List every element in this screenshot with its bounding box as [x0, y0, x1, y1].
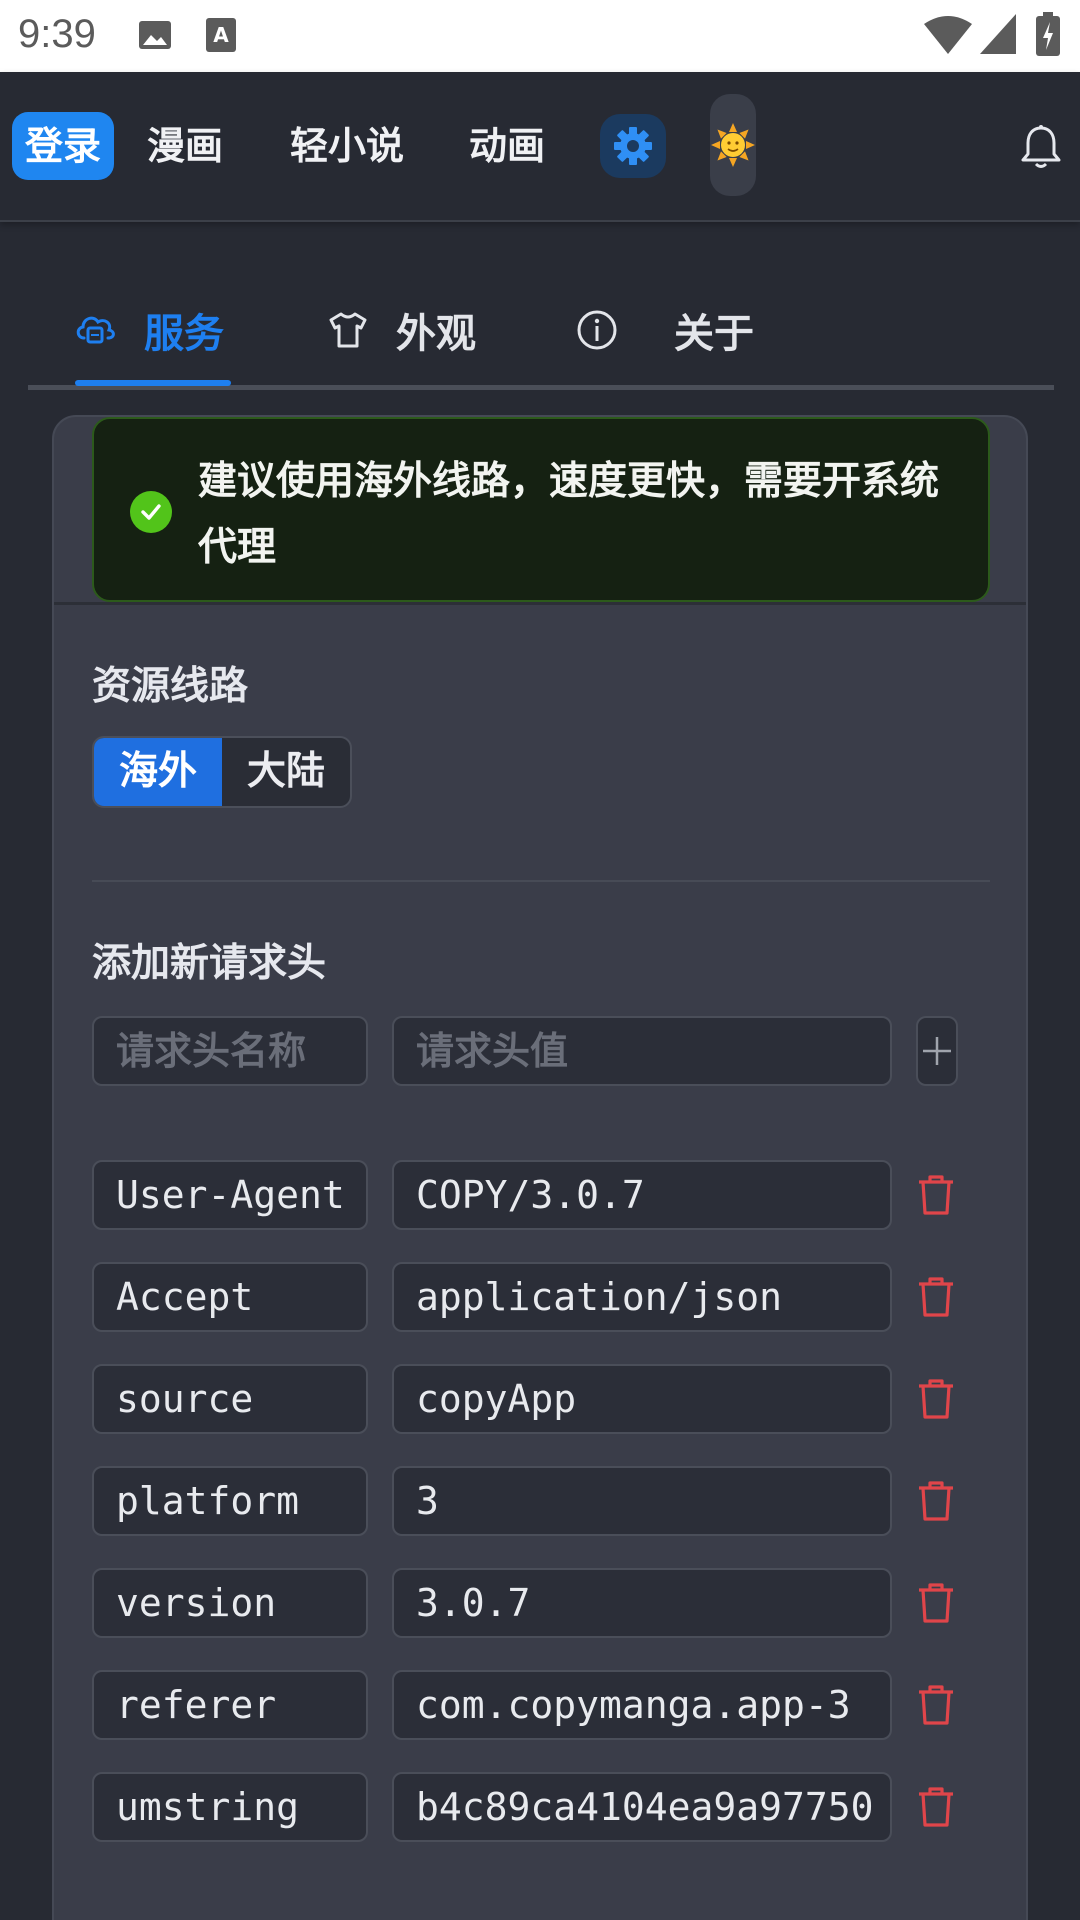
active-tab-indicator — [75, 380, 231, 386]
delete-header-button[interactable] — [916, 1684, 956, 1726]
battery-charging-icon — [1036, 12, 1060, 60]
header-row-value[interactable]: 3 — [392, 1466, 892, 1536]
gear-icon — [614, 127, 652, 165]
add-header-title: 添加新请求头 — [92, 941, 327, 986]
status-bar: 9:39 A — [0, 0, 1080, 72]
trash-icon — [919, 1277, 953, 1317]
delete-header-button[interactable] — [916, 1174, 956, 1216]
header-row-name[interactable]: Accept — [92, 1262, 368, 1332]
cloud-server-icon — [74, 312, 116, 348]
delete-header-button[interactable] — [916, 1378, 956, 1420]
header-row-value[interactable]: application/json — [392, 1262, 892, 1332]
trash-icon — [919, 1379, 953, 1419]
header-row-name[interactable]: umstring — [92, 1772, 368, 1842]
alert-message: 建议使用海外线路，速度更快，需要开系统代理 — [198, 459, 940, 570]
delete-header-button[interactable] — [916, 1582, 956, 1624]
settings-tabs: 服务 外观 关于 — [28, 260, 1054, 390]
nav-anime[interactable]: 动画 — [462, 112, 552, 180]
header-name-input[interactable]: 请求头名称 — [92, 1016, 368, 1086]
tab-appearance-label: 外观 — [396, 311, 476, 357]
delete-header-button[interactable] — [916, 1276, 956, 1318]
header-row-value[interactable]: b4c89ca4104ea9a97750 — [392, 1772, 892, 1842]
header-row-name[interactable]: platform — [92, 1466, 368, 1536]
header-row-value[interactable]: copyApp — [392, 1364, 892, 1434]
image-notification-icon — [138, 18, 172, 56]
header-row-name[interactable]: version — [92, 1568, 368, 1638]
tab-appearance[interactable]: 外观 — [328, 300, 476, 360]
header-row-value[interactable]: 3.0.7 — [392, 1568, 892, 1638]
header-value-input[interactable]: 请求头值 — [392, 1016, 892, 1086]
svg-text:A: A — [213, 23, 229, 47]
theme-toggle[interactable] — [710, 94, 756, 196]
font-notification-icon: A — [206, 18, 236, 56]
tab-about-label: 关于 — [674, 311, 754, 357]
signal-icon — [980, 14, 1016, 58]
route-option-mainland[interactable]: 大陆 — [222, 738, 350, 806]
route-option-overseas[interactable]: 海外 — [94, 738, 222, 806]
trash-icon — [919, 1787, 953, 1827]
delete-header-button[interactable] — [916, 1480, 956, 1522]
header-row-value[interactable]: com.copymanga.app-3 — [392, 1670, 892, 1740]
trash-icon — [919, 1685, 953, 1725]
tab-service-label: 服务 — [144, 311, 224, 357]
top-nav: 登录 漫画 轻小说 动画 — [0, 72, 1080, 222]
delete-header-button[interactable] — [916, 1786, 956, 1828]
header-row-name[interactable]: source — [92, 1364, 368, 1434]
header-row-name[interactable]: User-Agent — [92, 1160, 368, 1230]
trash-icon — [919, 1175, 953, 1215]
plus-icon — [923, 1037, 951, 1065]
divider — [92, 880, 990, 882]
add-header-button[interactable] — [916, 1016, 958, 1086]
sun-icon — [711, 123, 755, 167]
bell-icon — [1021, 125, 1061, 168]
route-section-title: 资源线路 — [92, 664, 249, 709]
tshirt-icon — [328, 311, 368, 349]
service-settings-card: 建议使用海外线路，速度更快，需要开系统代理 资源线路 海外 大陆 添加新请求头 … — [52, 415, 1028, 1920]
tab-service[interactable]: 服务 — [74, 300, 224, 360]
nav-light-novel[interactable]: 轻小说 — [282, 112, 412, 180]
proxy-tip-alert: 建议使用海外线路，速度更快，需要开系统代理 — [92, 417, 990, 602]
header-row-value[interactable]: COPY/3.0.7 — [392, 1160, 892, 1230]
nav-manga[interactable]: 漫画 — [140, 112, 230, 180]
tab-about[interactable]: 关于 — [576, 300, 754, 360]
check-circle-icon — [130, 491, 172, 533]
trash-icon — [919, 1583, 953, 1623]
header-row-name[interactable]: referer — [92, 1670, 368, 1740]
wifi-icon — [924, 14, 972, 58]
settings-button[interactable] — [600, 114, 666, 178]
login-button[interactable]: 登录 — [12, 112, 114, 180]
status-time: 9:39 — [18, 12, 96, 56]
trash-icon — [919, 1481, 953, 1521]
info-icon — [576, 309, 618, 351]
route-selector: 海外 大陆 — [92, 736, 352, 808]
notification-bell-button[interactable] — [1020, 124, 1062, 170]
divider — [54, 602, 1026, 605]
